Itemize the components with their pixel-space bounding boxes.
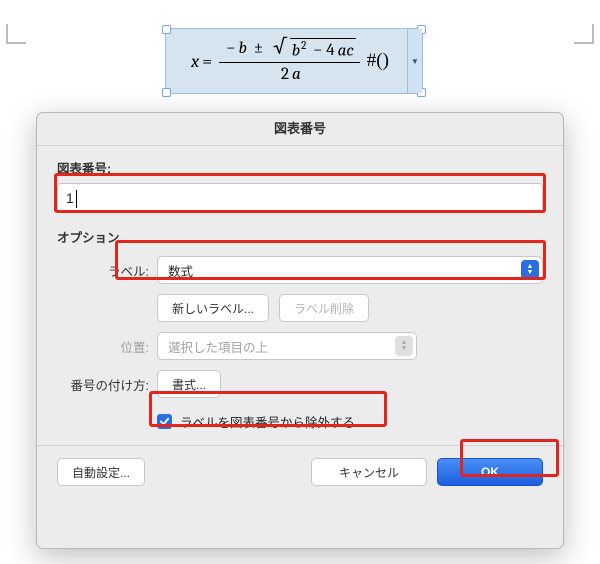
updown-icon: ▲▼ — [521, 260, 539, 280]
exclude-label-checkbox[interactable] — [157, 414, 172, 429]
label-select-value: 数式 — [168, 261, 193, 280]
eq-minus: − — [226, 39, 235, 58]
caption-field-label: 図表番号: — [57, 158, 543, 177]
numbering-key: 番号の付け方: — [57, 375, 157, 394]
eq-var-x: x — [191, 51, 199, 72]
cancel-button[interactable]: キャンセル — [311, 458, 427, 486]
options-heading: オプション — [57, 227, 543, 246]
updown-icon: ▲▼ — [395, 336, 413, 356]
eq-c: c — [346, 41, 353, 60]
position-select: 選択した項目の上 ▲▼ — [157, 332, 417, 360]
delete-label-button: ラベル削除 — [279, 294, 369, 322]
new-label-button[interactable]: 新しいラベル... — [157, 294, 269, 322]
exclude-label-text: ラベルを図表番号から除外する — [180, 412, 355, 431]
label-select[interactable]: 数式 ▲▼ — [157, 256, 543, 284]
label-key: ラベル: — [57, 261, 157, 280]
caption-input[interactable]: 1 — [57, 183, 543, 213]
caption-value: 1 — [66, 190, 74, 206]
resize-handle-sw[interactable] — [162, 88, 171, 97]
eq-equals: = — [202, 51, 212, 72]
ok-button[interactable]: OK — [437, 458, 543, 486]
resize-handle-nw[interactable] — [162, 25, 171, 34]
eq-b1: b — [239, 39, 247, 58]
caption-dialog: 図表番号 図表番号: 1 オプション ラベル: 数式 ▲▼ 新しいラベル... … — [36, 112, 564, 549]
equation-object[interactable]: x = −b ± √b2 − 4ac 2a #() ▼ — [165, 28, 423, 94]
crop-mark-tr — [574, 24, 594, 44]
equation-options-handle[interactable]: ▼ — [407, 29, 422, 93]
numbering-format-button[interactable]: 書式... — [157, 370, 221, 398]
text-caret — [76, 190, 77, 208]
eq-den-a: a — [292, 65, 301, 84]
eq-plus-minus: ± — [254, 39, 263, 58]
chevron-down-icon: ▼ — [411, 57, 419, 66]
equation-content: x = −b ± √b2 − 4ac 2a #() — [166, 38, 422, 85]
eq-den-2: 2 — [281, 65, 289, 84]
eq-minus-4: − 4 — [309, 41, 334, 60]
eq-tail-placeholder: #() — [367, 50, 389, 72]
check-icon — [159, 416, 170, 427]
eq-sqrt: √b2 − 4ac — [270, 38, 356, 61]
eq-b2: b — [292, 41, 300, 60]
eq-exp-2: 2 — [301, 39, 306, 52]
auto-caption-button[interactable]: 自動設定... — [57, 458, 145, 486]
position-value: 選択した項目の上 — [168, 337, 268, 356]
dialog-title: 図表番号 — [37, 113, 563, 146]
position-key: 位置: — [57, 337, 157, 356]
crop-mark-tl — [6, 24, 26, 44]
